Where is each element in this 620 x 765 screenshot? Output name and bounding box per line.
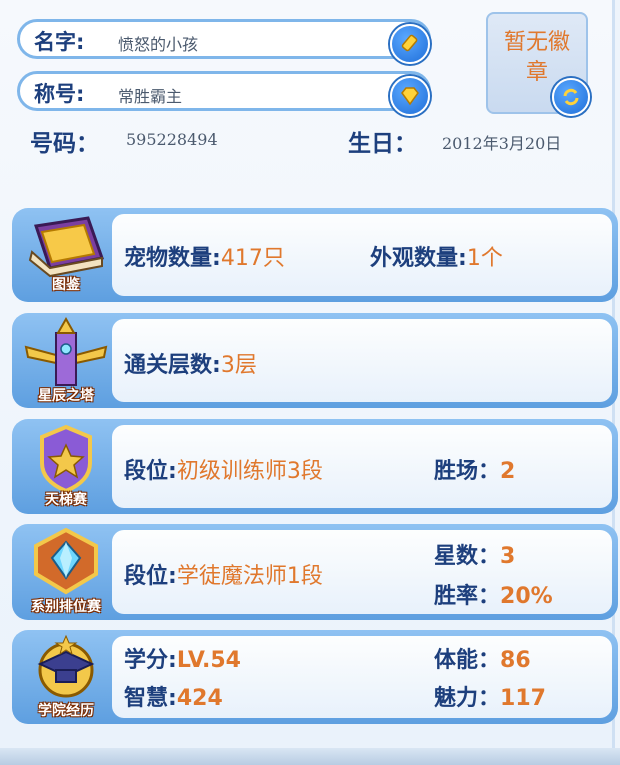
academy-wisdom-label: 智慧: bbox=[124, 686, 177, 711]
title-label: 称号: bbox=[34, 82, 85, 106]
faction-stars-value: 3 bbox=[500, 544, 516, 569]
academy-caption: 学院经历 bbox=[38, 703, 94, 719]
appearance-count-label: 外观数量: bbox=[370, 246, 467, 271]
faction-caption: 系别排位赛 bbox=[31, 599, 101, 615]
diamond-icon bbox=[401, 87, 419, 106]
edit-name-button[interactable] bbox=[390, 24, 430, 64]
floors-label: 通关层数: bbox=[124, 353, 221, 378]
faction-card[interactable]: 系别排位赛 段位:学徒魔法师1段 星数：3 胜率：20% bbox=[12, 524, 618, 620]
faction-stars-label: 星数： bbox=[434, 544, 501, 569]
appearance-count: 外观数量:1个 bbox=[370, 240, 503, 272]
profile-panel: 名字: 愤怒的小孩 称号: 常胜霸主 暂无徽章 号码： 595228494 生日… bbox=[0, 0, 618, 755]
academy-credit: 学分:LV.54 bbox=[124, 642, 241, 674]
pencil-icon bbox=[401, 34, 418, 52]
title-dropdown-button[interactable] bbox=[390, 76, 430, 116]
ladder-emblem: 天梯赛 bbox=[16, 423, 116, 511]
ladder-rank: 段位:初级训练师3段 bbox=[124, 453, 323, 485]
faction-winrate-value: 20% bbox=[500, 584, 553, 609]
pet-count-label: 宠物数量: bbox=[124, 246, 221, 271]
star-shield-icon bbox=[40, 424, 92, 494]
name-field: 名字: 愤怒的小孩 bbox=[17, 19, 431, 64]
ladder-caption: 天梯赛 bbox=[45, 492, 87, 508]
academy-charm-label: 魅力： bbox=[434, 686, 501, 711]
title-field: 称号: 常胜霸主 bbox=[17, 71, 431, 116]
academy-stamina-label: 体能： bbox=[434, 648, 501, 673]
ladder-card[interactable]: 天梯赛 段位:初级训练师3段 胜场：2 bbox=[12, 419, 618, 514]
academy-emblem: 学院经历 bbox=[16, 634, 116, 722]
pet-count-value: 417只 bbox=[220, 246, 285, 271]
faction-emblem: 系别排位赛 bbox=[16, 527, 116, 618]
academy-charm: 魅力：117 bbox=[434, 680, 546, 712]
faction-stars: 星数：3 bbox=[434, 538, 515, 570]
faction-rank: 段位:学徒魔法师1段 bbox=[124, 558, 323, 590]
badge-slot[interactable]: 暂无徽章 bbox=[486, 12, 590, 116]
birthday-value: 2012年3月20日 bbox=[442, 134, 562, 153]
faction-rank-label: 段位: bbox=[124, 564, 177, 589]
ladder-wins-label: 胜场： bbox=[434, 459, 501, 484]
faction-winrate-label: 胜率： bbox=[434, 584, 501, 609]
tower-card[interactable]: 星辰之塔 通关层数:3层 bbox=[12, 313, 618, 408]
faction-winrate: 胜率：20% bbox=[434, 578, 553, 610]
pet-count: 宠物数量:417只 bbox=[124, 240, 285, 272]
crystal-emblem-icon bbox=[34, 527, 98, 595]
number-value: 595228494 bbox=[126, 130, 218, 149]
refresh-icon bbox=[563, 88, 579, 106]
graduation-cap-icon bbox=[37, 634, 95, 698]
academy-card[interactable]: 学院经历 学分:LV.54 智慧:424 体能：86 魅力：117 bbox=[12, 630, 618, 724]
floors-cleared: 通关层数:3层 bbox=[124, 347, 257, 379]
badge-refresh-button[interactable] bbox=[552, 78, 590, 116]
academy-credit-label: 学分: bbox=[124, 648, 177, 673]
title-value: 常胜霸主 bbox=[118, 87, 183, 106]
tower-icon bbox=[24, 316, 108, 386]
birthday-label: 生日： bbox=[348, 131, 417, 157]
ladder-wins-value: 2 bbox=[500, 459, 516, 484]
academy-charm-value: 117 bbox=[500, 686, 546, 711]
book-icon bbox=[28, 216, 104, 278]
academy-wisdom-value: 424 bbox=[176, 686, 223, 711]
bottom-edge bbox=[0, 748, 620, 765]
faction-rank-value: 学徒魔法师1段 bbox=[176, 564, 323, 589]
ladder-rank-label: 段位: bbox=[124, 459, 177, 484]
pokedex-emblem: 图鉴 bbox=[16, 212, 116, 298]
academy-credit-value: LV.54 bbox=[176, 648, 241, 673]
pokedex-caption: 图鉴 bbox=[52, 277, 80, 293]
appearance-count-value: 1个 bbox=[466, 246, 503, 271]
academy-stamina: 体能：86 bbox=[434, 642, 531, 674]
ladder-wins: 胜场：2 bbox=[434, 453, 515, 485]
pokedex-card[interactable]: 图鉴 宠物数量:417只 外观数量:1个 bbox=[12, 208, 618, 302]
name-value: 愤怒的小孩 bbox=[118, 35, 199, 54]
tower-emblem: 星辰之塔 bbox=[16, 316, 116, 405]
name-label: 名字: bbox=[34, 30, 85, 54]
ladder-rank-value: 初级训练师3段 bbox=[176, 459, 323, 484]
academy-stamina-value: 86 bbox=[500, 648, 531, 673]
tower-caption: 星辰之塔 bbox=[38, 388, 94, 404]
academy-wisdom: 智慧:424 bbox=[124, 680, 223, 712]
floors-value: 3层 bbox=[220, 353, 257, 378]
number-label: 号码： bbox=[30, 131, 99, 157]
